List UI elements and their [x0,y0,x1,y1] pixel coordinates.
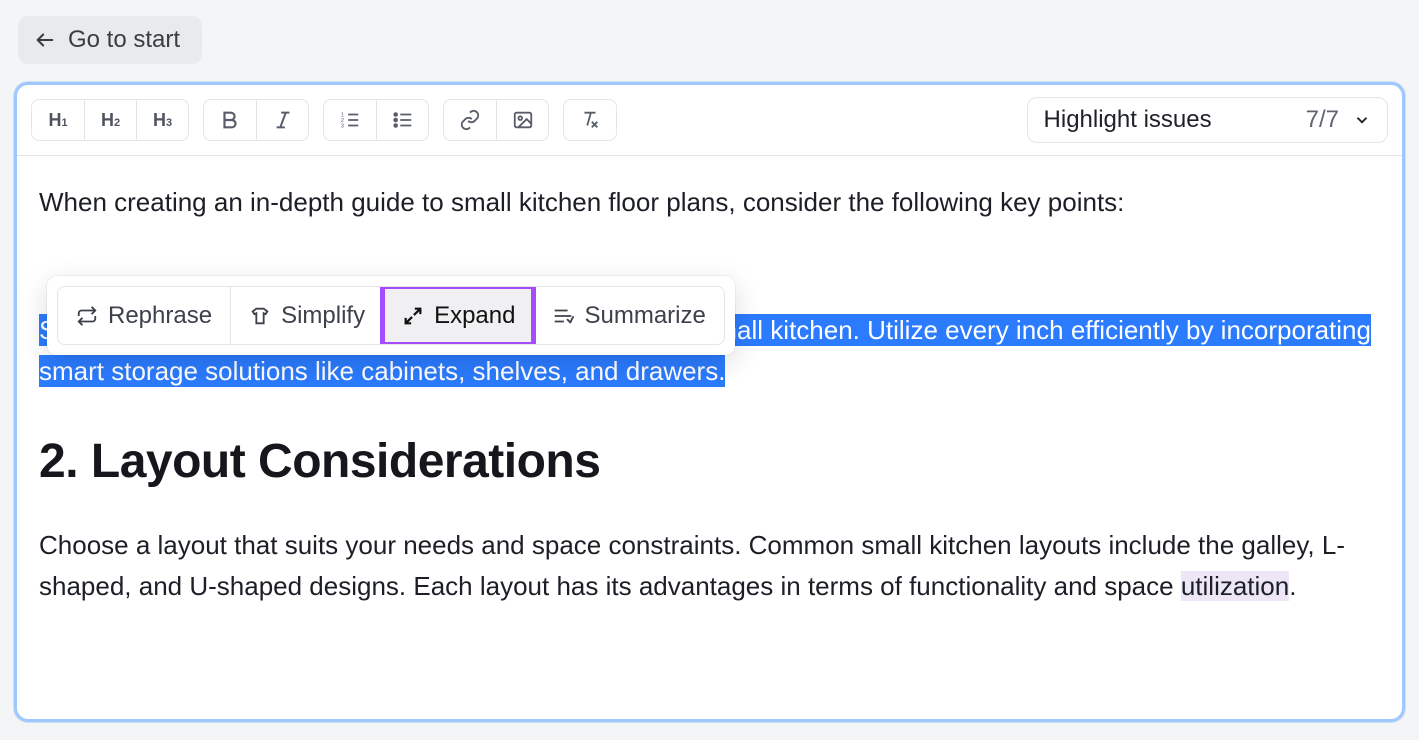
go-to-start-label: Go to start [68,26,180,54]
clear-format-icon [579,109,601,131]
list-group: 123 [323,99,429,141]
image-icon [512,109,534,131]
summarize-button[interactable]: Summarize [533,287,723,344]
expand-label: Expand [434,297,515,334]
editor-content[interactable]: When creating an in-depth guide to small… [17,156,1402,632]
issue-highlight: utilization [1181,571,1289,601]
simplify-button[interactable]: Simplify [230,287,383,344]
arrow-left-icon [34,29,56,51]
heading-2-button[interactable]: H2 [84,100,136,140]
ai-toolbar: Rephrase Simplify Expand Summarize [47,276,735,355]
insert-group [443,99,549,141]
rephrase-label: Rephrase [108,297,212,334]
chevron-down-icon [1353,111,1371,129]
section-heading-2: 2. Layout Considerations [39,425,1380,499]
intro-paragraph: When creating an in-depth guide to small… [39,182,1380,222]
summarize-icon [552,305,574,327]
editor-card: H1 H2 H3 123 [14,82,1405,722]
italic-icon [272,109,294,131]
summarize-label: Summarize [584,297,705,334]
heading-3-button[interactable]: H3 [136,100,188,140]
link-button[interactable] [444,100,496,140]
top-bar: Go to start [0,0,1419,74]
heading-group: H1 H2 H3 [31,99,189,141]
highlight-issues-label: Highlight issues [1044,106,1212,134]
rephrase-button[interactable]: Rephrase [58,287,230,344]
shirt-icon [249,305,271,327]
highlight-issues-dropdown[interactable]: Highlight issues 7/7 [1027,97,1388,143]
expand-icon [402,305,424,327]
formatting-toolbar: H1 H2 H3 123 [17,85,1402,156]
expand-button[interactable]: Expand [383,287,533,344]
svg-text:3: 3 [341,123,344,129]
issues-count: 7/7 [1306,106,1339,134]
link-icon [459,109,481,131]
bold-button[interactable] [204,100,256,140]
italic-button[interactable] [256,100,308,140]
ordered-list-icon: 123 [339,109,361,131]
image-button[interactable] [496,100,548,140]
bold-icon [219,109,241,131]
unordered-list-icon [392,109,414,131]
unordered-list-button[interactable] [376,100,428,140]
clear-format-button[interactable] [564,100,616,140]
style-group [203,99,309,141]
clear-group [563,99,617,141]
refresh-icon [76,305,98,327]
simplify-label: Simplify [281,297,365,334]
go-to-start-button[interactable]: Go to start [18,16,202,64]
ordered-list-button[interactable]: 123 [324,100,376,140]
heading-1-button[interactable]: H1 [32,100,84,140]
section-2-paragraph: Choose a layout that suits your needs an… [39,525,1380,606]
